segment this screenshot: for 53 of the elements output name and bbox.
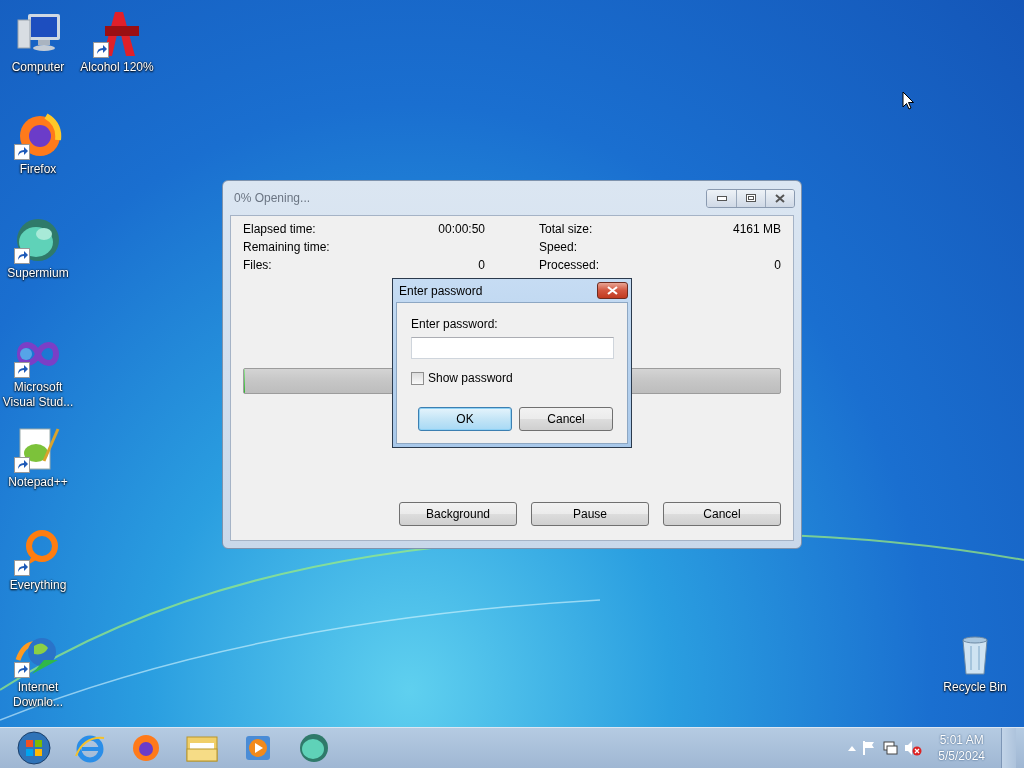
desktop-icon-label[interactable]: Firefox: [0, 162, 77, 177]
clock-time: 5:01 AM: [939, 732, 984, 748]
volume-button[interactable]: [904, 740, 923, 756]
desktop-icon-label[interactable]: Microsoft Visual Stud...: [0, 380, 77, 410]
desktop-icon-label[interactable]: Computer: [0, 60, 77, 75]
close-icon: [607, 286, 618, 295]
action-center-button[interactable]: [862, 740, 877, 756]
dialog-button[interactable]: Cancel: [519, 407, 613, 431]
maximize-button[interactable]: [736, 189, 765, 207]
window-button[interactable]: Cancel: [663, 502, 781, 526]
dialog-button[interactable]: OK: [418, 407, 512, 431]
close-icon: [775, 193, 785, 203]
network-button[interactable]: [882, 740, 899, 756]
mouse-pointer-icon: [902, 91, 915, 110]
stat-value: 4161 MB: [732, 222, 781, 236]
show-hidden-icons-button[interactable]: [848, 745, 857, 751]
minimize-button[interactable]: [707, 189, 736, 207]
stat-value: 0: [773, 258, 781, 272]
desktop-icon-label[interactable]: Alcohol 120%: [78, 60, 156, 75]
clock-date: 5/5/2024: [938, 748, 985, 764]
field-label: Enter password:: [411, 317, 499, 331]
maximize-icon: [746, 194, 756, 202]
minimize-icon: [716, 195, 727, 201]
caret-up-icon: [848, 745, 857, 751]
window-title: 0% Opening...: [233, 191, 311, 205]
network-icon: [882, 740, 899, 756]
muted-speaker-icon: [904, 740, 923, 756]
window-button[interactable]: Pause: [531, 502, 649, 526]
windows-logo-icon: [16, 730, 52, 766]
stat-label: Elapsed time:: [243, 222, 317, 236]
desktop-icon-label[interactable]: Notepad++: [0, 475, 77, 490]
checkbox[interactable]: [411, 371, 424, 385]
stat-label: Total size:: [539, 222, 594, 236]
desktop-icon-label[interactable]: Internet Downlo...: [0, 680, 77, 710]
stat-label: Files:: [243, 258, 273, 272]
play-icon: [243, 733, 273, 763]
close-button[interactable]: [597, 282, 628, 299]
folder-icon: [185, 733, 219, 763]
desktop-icon-label[interactable]: Recycle Bin: [936, 680, 1014, 695]
flag-icon: [862, 740, 877, 756]
desktop-icon-label[interactable]: Supermium: [0, 266, 77, 281]
show-desktop-button[interactable]: [1001, 728, 1016, 768]
stat-label: Processed:: [539, 258, 601, 272]
stat-label: Speed:: [539, 240, 579, 254]
dialog-title: Enter password: [398, 283, 483, 298]
desktop-icon-label[interactable]: Everything: [0, 578, 77, 593]
close-button[interactable]: [765, 189, 794, 207]
stat-value: 00:00:50: [438, 222, 485, 236]
stat-value: 0: [477, 258, 485, 272]
checkbox-label[interactable]: Show password: [428, 371, 513, 385]
stat-label: Remaining time:: [243, 240, 331, 254]
password-field[interactable]: [411, 337, 614, 359]
window-button[interactable]: Background: [399, 502, 517, 526]
